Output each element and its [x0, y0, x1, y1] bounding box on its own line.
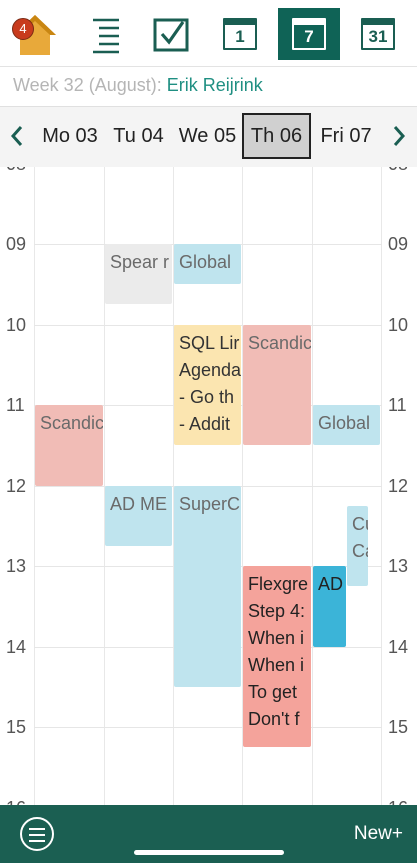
week-view-button[interactable]: 7: [278, 8, 340, 60]
chevron-left-icon: [10, 126, 23, 146]
week-header: Week 32 (August): Erik Reijrink: [13, 75, 263, 96]
home-button[interactable]: 4: [4, 8, 66, 60]
calendar-event[interactable]: Flexgre Step 4: When i When i To get Don't f: [243, 566, 311, 748]
hour-label-left: 11: [6, 395, 25, 415]
day-tab-th[interactable]: Th 06: [242, 113, 311, 159]
calendar-event[interactable]: Scandic: [243, 324, 311, 446]
day-tab-fri[interactable]: Fri 07: [312, 113, 380, 159]
calendar-event[interactable]: SQL Lir Agenda - Go th - Addit: [174, 324, 241, 446]
hour-label-right: 08: [388, 167, 408, 175]
event-text: Global: [318, 413, 371, 433]
hour-label-left: 09: [6, 234, 27, 254]
notification-badge: 4: [12, 18, 34, 40]
hour-label-left: 08: [6, 167, 26, 175]
hour-label-left: 16: [6, 798, 26, 806]
tasks-view-button[interactable]: [140, 8, 202, 60]
calendar-event[interactable]: Cu Ca: [347, 505, 368, 587]
hour-label-right: 09: [388, 234, 409, 254]
hour-label-left: 13: [6, 556, 27, 576]
event-text: When i: [248, 628, 305, 648]
day-tab-mo[interactable]: Mo 03: [36, 113, 104, 159]
day-tab-tu[interactable]: Tu 04: [105, 113, 172, 159]
event-text: SQL Lir: [179, 332, 240, 353]
event-text: When i: [248, 655, 305, 675]
day-selector: Mo 03 Tu 04 We 05 Th 06 Fri 07: [0, 106, 417, 168]
new-button[interactable]: New+: [354, 823, 403, 845]
hour-label-left: 12: [6, 475, 27, 496]
day-view-button[interactable]: 1: [209, 8, 271, 60]
hour-label-right: 16: [388, 798, 408, 806]
hour-line: [34, 727, 382, 728]
event-text: Cu: [352, 513, 368, 534]
week-label: Week 32 (August):: [13, 75, 162, 95]
divider: [0, 66, 417, 67]
event-text: Scandic: [40, 413, 103, 433]
calendar-event[interactable]: AD: [313, 566, 346, 647]
event-text: Step 4:: [248, 601, 306, 621]
calendar-day-icon: 1: [223, 18, 257, 50]
event-text: SuperC: [179, 493, 241, 514]
calendar-event[interactable]: Global: [174, 244, 241, 285]
user-name-link[interactable]: Erik Reijrink: [167, 75, 263, 95]
next-week-button[interactable]: [388, 121, 410, 151]
hour-label-right: 11: [388, 395, 407, 415]
previous-week-button[interactable]: [6, 121, 28, 151]
hour-label-right: 13: [388, 556, 409, 576]
list-icon: [93, 18, 119, 54]
chevron-right-icon: [393, 126, 406, 146]
event-text: Don't f: [248, 709, 300, 729]
hour-label-left: 14: [6, 636, 27, 657]
calendar-event[interactable]: Global: [313, 405, 380, 446]
month-view-button[interactable]: 31: [347, 8, 409, 60]
day-tab-we[interactable]: We 05: [173, 113, 242, 159]
event-text: Spear r: [110, 252, 170, 272]
event-text: - Addit: [179, 413, 231, 434]
calendar-event[interactable]: Scandic: [35, 405, 103, 486]
event-text: Agenda: [179, 359, 241, 380]
hour-label-left: 15: [6, 717, 27, 737]
menu-icon[interactable]: [20, 817, 54, 851]
event-text: - Go th: [179, 386, 235, 407]
event-text: Scandic: [248, 332, 311, 353]
hour-label-left: 10: [6, 314, 27, 335]
event-text: AD: [318, 574, 344, 594]
event-text: To get: [248, 682, 298, 702]
event-text: Global: [179, 252, 232, 272]
checkbox-icon: [153, 18, 189, 52]
list-view-button[interactable]: [72, 8, 134, 60]
calendar-event[interactable]: AD ME: [105, 485, 172, 546]
event-text: Flexgre: [248, 574, 309, 594]
hour-label-right: 14: [388, 636, 409, 657]
hour-label-right: 12: [388, 475, 409, 496]
event-text: Ca: [352, 540, 368, 561]
calendar-event[interactable]: Spear r: [105, 244, 172, 305]
top-toolbar: 4 1 7 31: [0, 0, 417, 66]
hour-label-right: 10: [388, 314, 409, 335]
hour-label-right: 15: [388, 717, 409, 737]
home-indicator: [134, 850, 284, 855]
calendar-week-icon: 7: [292, 18, 326, 50]
week-calendar-grid[interactable]: 08 08 09 09 10 10 11 11 12 12 13 13 14 14 15 15 16 16 Scan…: [0, 167, 417, 805]
bottom-bar: New+: [0, 805, 417, 863]
calendar-month-icon: 31: [361, 18, 395, 50]
calendar-event[interactable]: SuperC: [174, 485, 241, 687]
event-text: AD ME: [110, 493, 168, 514]
